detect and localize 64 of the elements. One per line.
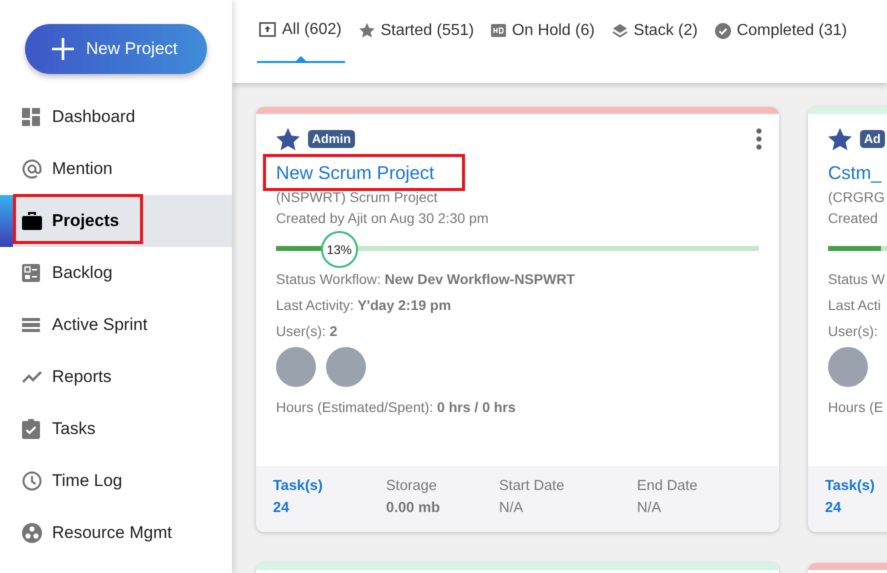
avatar-photo-placeholder[interactable] [326,347,366,387]
stat-label: End Date [637,478,698,494]
clock-icon [22,471,42,491]
filter-tab[interactable]: Completed (31) [712,0,850,63]
stat-value: N/A [637,500,662,516]
hd-icon [490,24,506,37]
stat-value: N/A [499,500,524,516]
detail-text: Status Workflow: New Dev Workflow-NSPWRT [276,271,576,287]
progress-percent: 13% [320,231,358,268]
project-title-link[interactable]: New Scrum Project [276,162,434,184]
role-badge: Ad [860,130,885,148]
stat-link[interactable]: Task(s) [825,478,887,494]
role-badge: Admin [308,130,355,148]
sidebar-item[interactable]: Time Log [0,455,232,507]
stat-value: 0.00 mb [386,500,441,516]
clipboard-check-icon [22,419,40,439]
layers-icon [612,22,628,38]
stat-link[interactable]: 24 [273,500,386,516]
checklist-icon [22,264,40,282]
filter-tab[interactable]: On Hold (6) [488,0,598,63]
filter-tab[interactable]: All (602) [257,0,345,63]
selection-accent [0,195,13,247]
dashboard-icon [22,108,40,126]
stat-link[interactable]: 24 [825,500,887,516]
sidebar-item[interactable]: Tasks [0,403,232,455]
detail-text: User(s): [828,323,879,339]
filter-tab[interactable]: Started (551) [356,0,477,63]
at-sign-icon [22,159,42,179]
detail-text: Last Acti [828,297,882,313]
briefcase-icon [22,212,42,230]
detail-text: Hours (E [828,399,884,415]
sidebar-item[interactable]: Active Sprint [0,299,232,351]
avatar-photo-placeholder[interactable] [828,347,868,387]
detail-text: Hours (Estimated/Spent): 0 hrs / 0 hrs [276,399,517,415]
stat-label: Storage [386,478,438,494]
plus-icon [52,38,74,60]
project-key-text: (CRGRG [828,189,886,205]
bars-icon [22,318,40,332]
new-project-button[interactable]: New Project [25,24,207,74]
detail-text: Status W [828,271,886,287]
sidebar-item[interactable]: Reports [0,351,232,403]
stat-label: Start Date [499,478,566,494]
sidebar-item[interactable]: Backlog [0,247,232,299]
upload-icon [259,22,276,37]
more-options-icon[interactable] [756,128,762,150]
sidebar-item[interactable]: Dashboard [0,91,232,143]
project-title-link[interactable]: Cstm_ [828,162,882,184]
circles-icon [22,523,42,543]
star-icon[interactable] [828,128,852,150]
check-circle-icon [714,22,731,38]
project-key-text: (NSPWRT) Scrum Project [276,189,439,205]
detail-text: Last Activity: Y'day 2:19 pm [276,297,452,313]
created-by-text: Created by Ajit on Aug 30 2:30 pm [276,210,490,226]
avatar-photo-placeholder[interactable] [276,347,316,387]
filter-tab[interactable]: Stack (2) [610,0,701,63]
line-graph-icon [22,370,42,384]
star-icon [358,23,375,38]
created-by-text: Created [828,210,879,226]
sidebar-item[interactable]: Projects [0,195,232,247]
stat-link[interactable]: Task(s) [273,478,386,494]
sidebar-item[interactable]: Resource Mgmt [0,507,232,559]
star-icon[interactable] [276,128,300,150]
sidebar-item[interactable]: Mention [0,143,232,195]
detail-text: User(s): 2 [276,323,338,339]
